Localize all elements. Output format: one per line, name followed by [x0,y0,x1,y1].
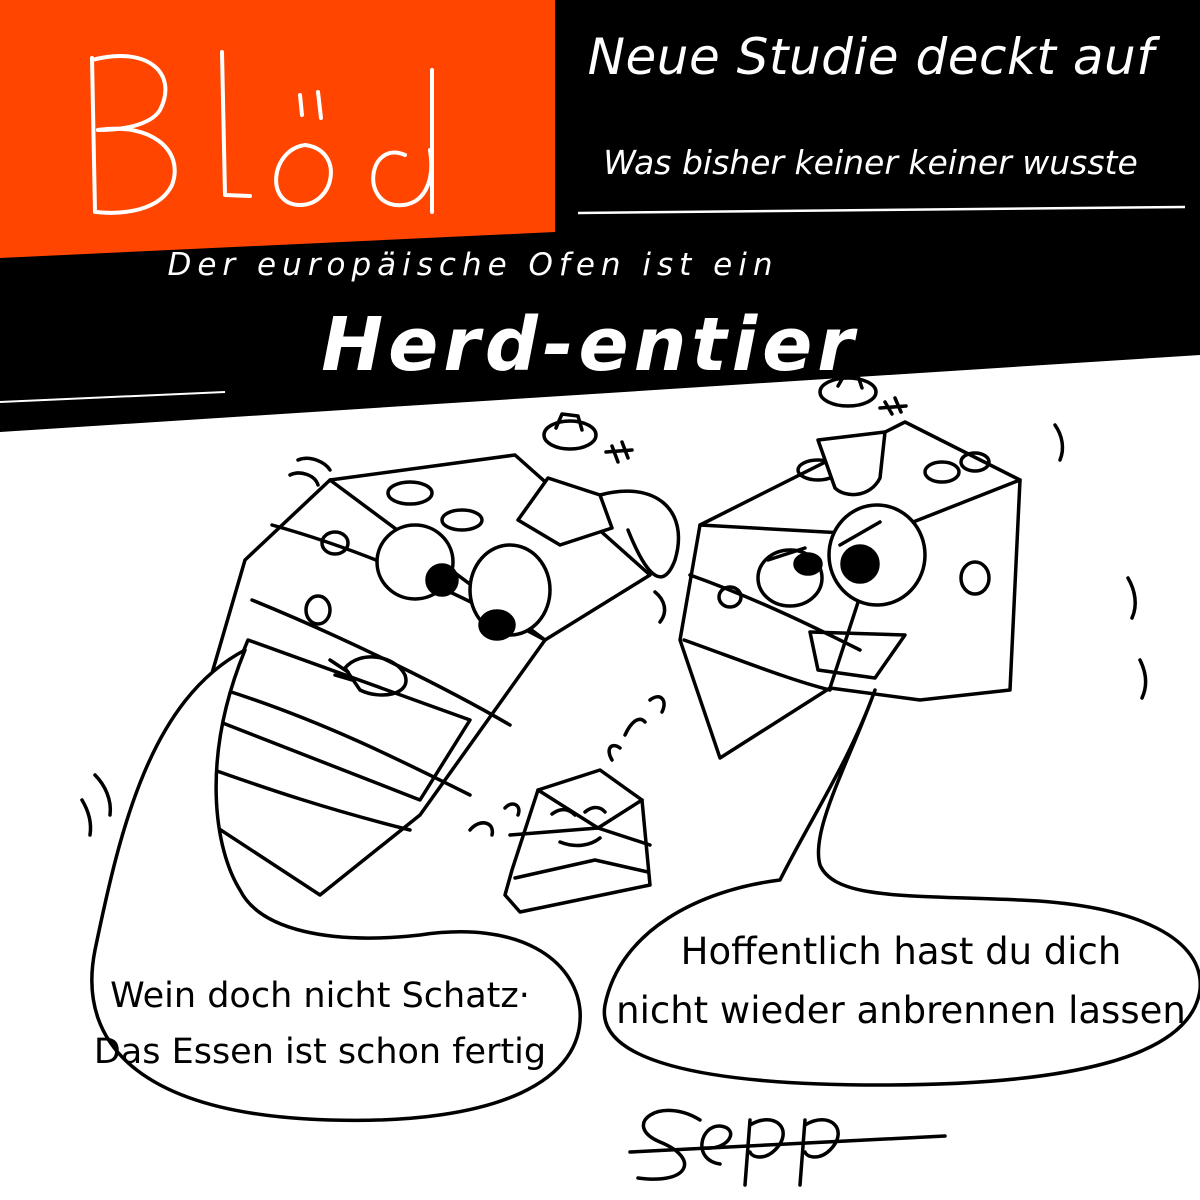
signature [628,1108,947,1187]
small-oven [468,695,666,914]
left-bubble-text: Wein doch nicht Schatz· Das Essen ist sc… [50,968,590,1080]
right-bubble-line-2: nicht wieder anbrennen lassen [616,989,1186,1033]
right-oven [678,372,1148,760]
left-bubble-line-2: Das Essen ist schon fertig [93,1032,547,1072]
left-bubble-line-1: Wein doch nicht Schatz· [110,976,530,1016]
right-bubble-line-1: Hoffentlich hast du dich [680,930,1122,973]
right-bubble-text: Hoffentlich hast du dich nicht wieder an… [606,922,1196,1040]
comic-panel: Neue Studie deckt auf Was bisher keiner … [0,0,1200,1200]
